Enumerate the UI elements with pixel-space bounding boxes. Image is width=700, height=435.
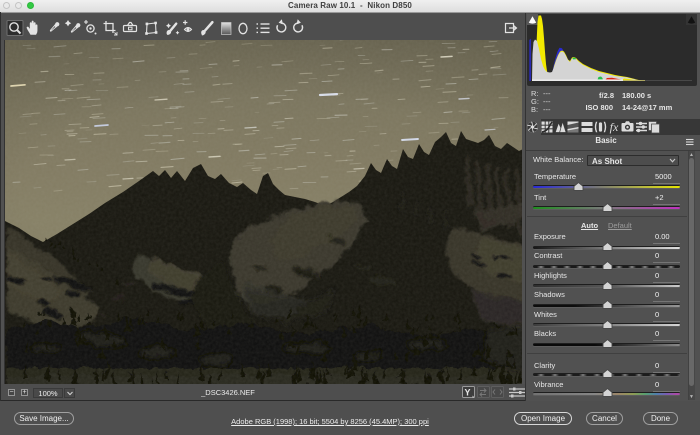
svg-text:Y: Y (464, 388, 470, 398)
svg-text:fx: fx (610, 120, 619, 134)
